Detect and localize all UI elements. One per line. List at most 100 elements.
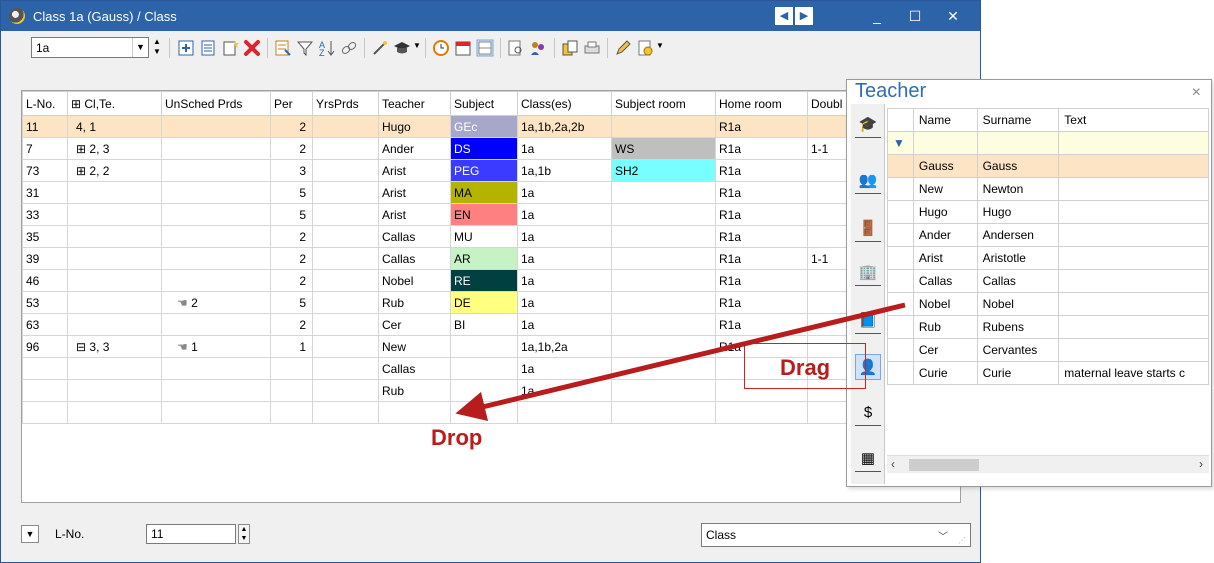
yrs-cell[interactable] (312, 313, 379, 336)
unsched-cell[interactable]: ☚ 1 (161, 335, 271, 358)
clte-cell[interactable]: ⊟ 3, 3 (67, 335, 162, 358)
teacher-text-cell[interactable] (1058, 177, 1209, 201)
classes-cell[interactable]: 1a (517, 269, 612, 292)
teacher-hat-icon[interactable] (392, 38, 412, 58)
teacher-text-cell[interactable] (1058, 154, 1209, 178)
settings-icon[interactable] (635, 38, 655, 58)
lno-spinner[interactable]: ▲ ▼ (238, 524, 250, 544)
chevron-down-icon[interactable]: ▼ (656, 41, 664, 50)
teacher-row[interactable]: Callas Callas (887, 269, 1209, 293)
lno-input[interactable]: 11 (146, 524, 236, 544)
lno-cell[interactable]: 63 (22, 313, 68, 336)
column-header[interactable]: YrsPrds (312, 91, 379, 116)
subject-cell[interactable]: MU (450, 225, 518, 248)
clte-cell[interactable]: ⊞ 2, 3 (67, 137, 162, 160)
subject-room-cell[interactable] (611, 357, 716, 380)
lno-cell[interactable]: 11 (22, 115, 68, 138)
clte-cell[interactable] (67, 401, 162, 424)
home-room-cell[interactable]: R1a (715, 137, 808, 160)
subject-room-cell[interactable] (611, 269, 716, 292)
yrs-cell[interactable] (312, 159, 379, 182)
teacher-name-cell[interactable]: Arist (912, 246, 978, 270)
teacher-cell[interactable]: Ander (378, 137, 451, 160)
home-room-cell[interactable]: R1a (715, 159, 808, 182)
teacher-surname-cell[interactable]: Curie (976, 361, 1060, 385)
subject-room-cell[interactable] (611, 225, 716, 248)
clte-cell[interactable] (67, 313, 162, 336)
book-icon[interactable]: 📘 (855, 308, 881, 334)
yrs-cell[interactable] (312, 181, 379, 204)
teacher-name-cell[interactable]: Rub (912, 315, 978, 339)
teacher-text-cell[interactable] (1058, 200, 1209, 224)
teacher-cell[interactable]: Arist (378, 181, 451, 204)
classes-cell[interactable]: 1a (517, 137, 612, 160)
classes-cell[interactable]: 1a (517, 247, 612, 270)
unsched-cell[interactable] (161, 269, 271, 292)
table-row[interactable]: Rub 1a (22, 379, 863, 402)
teacher-surname-cell[interactable]: Hugo (976, 200, 1060, 224)
column-header[interactable]: Surname (976, 108, 1060, 132)
classes-cell[interactable]: 1a,1b,2a (517, 335, 612, 358)
filter-icon[interactable]: ▼ (887, 131, 914, 155)
subject-room-cell[interactable]: SH2 (611, 159, 716, 182)
teacher-cell[interactable]: New (378, 335, 451, 358)
per-cell[interactable]: 5 (270, 203, 313, 226)
class-selector[interactable]: 1a ▼ (31, 37, 149, 58)
yrs-cell[interactable] (312, 335, 379, 358)
yrs-cell[interactable] (312, 357, 379, 380)
subject-cell[interactable]: AR (450, 247, 518, 270)
home-room-cell[interactable]: R1a (715, 203, 808, 226)
unsched-cell[interactable] (161, 159, 271, 182)
yrs-cell[interactable] (312, 247, 379, 270)
close-button[interactable]: ✕ (943, 8, 963, 25)
teacher-surname-cell[interactable]: Cervantes (976, 338, 1060, 362)
per-cell[interactable]: 2 (270, 247, 313, 270)
table-row[interactable]: 46 2 Nobel RE 1a R1a (22, 269, 863, 292)
clte-cell[interactable] (67, 357, 162, 380)
lno-cell[interactable]: 53 (22, 291, 68, 314)
column-header[interactable]: Per (270, 91, 313, 116)
teacher-row[interactable]: Nobel Nobel (887, 292, 1209, 316)
table-row[interactable] (22, 401, 863, 424)
column-header[interactable]: Class(es) (517, 91, 612, 116)
class-spinner[interactable]: ▲ ▼ (152, 37, 162, 58)
table-row[interactable]: 96 ⊟ 3, 3 ☚ 1 1 New 1a,1b,2a R1a (22, 335, 863, 358)
teacher-row[interactable]: Hugo Hugo (887, 200, 1209, 224)
column-header[interactable]: Name (912, 108, 978, 132)
row-header-cell[interactable] (887, 177, 914, 201)
clte-cell[interactable] (67, 203, 162, 226)
teacher-name-cell[interactable]: Nobel (912, 292, 978, 316)
subject-room-cell[interactable] (611, 203, 716, 226)
home-room-cell[interactable] (715, 401, 808, 424)
teacher-text-cell[interactable] (1058, 269, 1209, 293)
search-document-icon[interactable] (506, 38, 526, 58)
subject-cell[interactable]: RE (450, 269, 518, 292)
lno-cell[interactable]: 35 (22, 225, 68, 248)
view-selector[interactable]: Class ﹀ ⋰ (701, 523, 971, 547)
unsched-cell[interactable] (161, 225, 271, 248)
chevron-down-icon[interactable]: ▼ (413, 41, 421, 50)
teacher-row[interactable]: New Newton (887, 177, 1209, 201)
clte-cell[interactable]: ⊞ 2, 2 (67, 159, 162, 182)
table-row[interactable]: 33 5 Arist EN 1a R1a (22, 203, 863, 226)
teacher-cell[interactable]: Callas (378, 357, 451, 380)
table-row[interactable]: 53 ☚ 2 5 Rub DE 1a R1a (22, 291, 863, 314)
list-icon[interactable] (198, 38, 218, 58)
teacher-hat-icon[interactable]: 🎓 (855, 112, 881, 138)
per-cell[interactable] (270, 379, 313, 402)
column-header[interactable]: Subject (450, 91, 518, 116)
teacher-text-cell[interactable] (1058, 223, 1209, 247)
teacher-cell[interactable]: Nobel (378, 269, 451, 292)
subject-room-cell[interactable] (611, 115, 716, 138)
subject-room-cell[interactable] (611, 291, 716, 314)
scroll-thumb[interactable] (909, 459, 979, 471)
classes-cell[interactable]: 1a (517, 203, 612, 226)
subject-cell[interactable]: MA (450, 181, 518, 204)
teacher-surname-cell[interactable]: Nobel (976, 292, 1060, 316)
classes-cell[interactable]: 1a (517, 181, 612, 204)
column-header[interactable]: Home room (715, 91, 808, 116)
subject-room-cell[interactable] (611, 379, 716, 402)
teacher-row[interactable]: Cer Cervantes (887, 338, 1209, 362)
yrs-cell[interactable] (312, 137, 379, 160)
lno-cell[interactable]: 7 (22, 137, 68, 160)
